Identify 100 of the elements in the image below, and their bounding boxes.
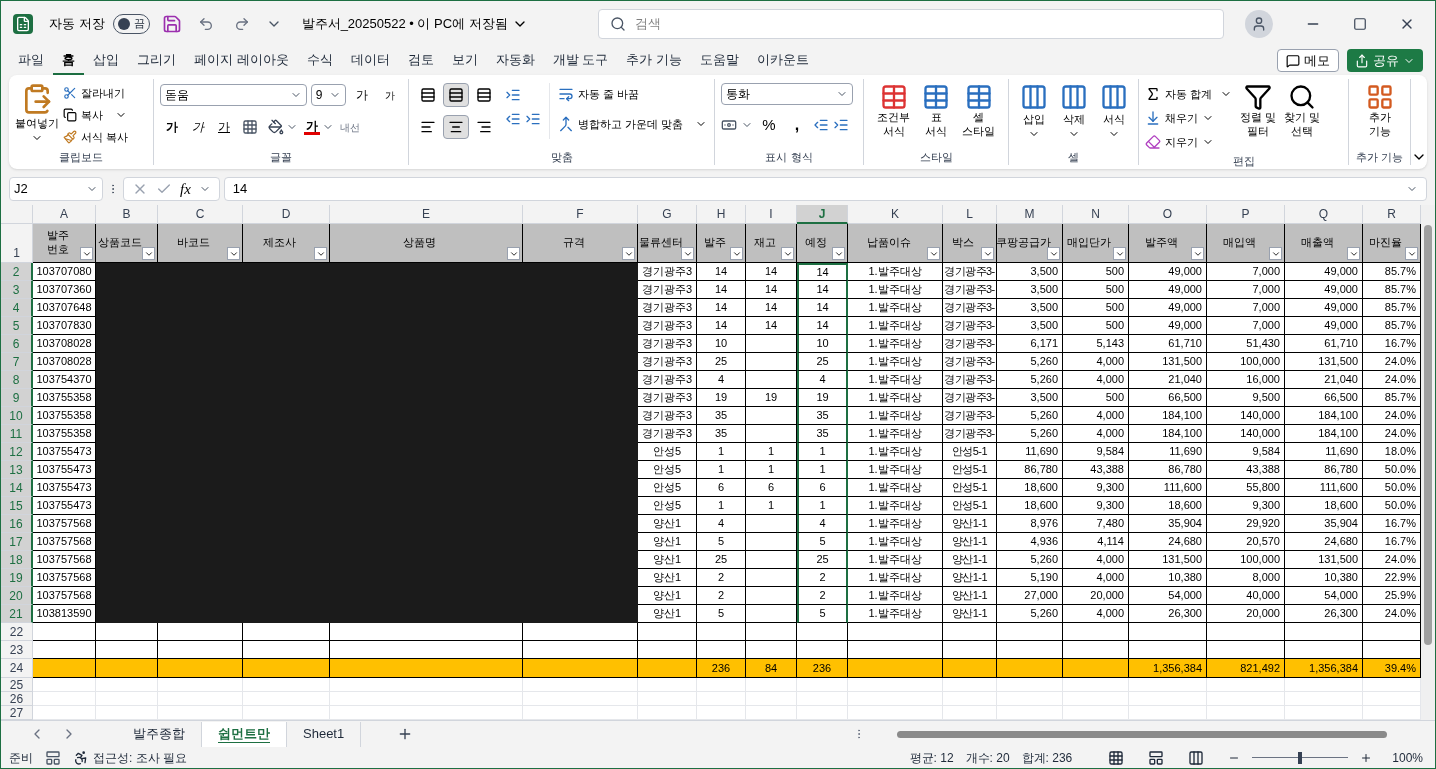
row-header[interactable]: 12 bbox=[1, 443, 33, 461]
menu-tab[interactable]: 수식 bbox=[297, 46, 342, 75]
style-button[interactable]: 조건부 서식 bbox=[877, 83, 910, 139]
row-header[interactable]: 1 bbox=[1, 224, 33, 263]
filter-dropdown-button[interactable] bbox=[1405, 247, 1418, 260]
row-header[interactable]: 10 bbox=[1, 407, 33, 425]
filter-dropdown-button[interactable] bbox=[927, 247, 940, 260]
row-header[interactable]: 24 bbox=[1, 659, 33, 678]
phonetic-button[interactable]: 내선 bbox=[340, 119, 360, 135]
bold-button[interactable]: 가 bbox=[160, 115, 184, 139]
page-break-icon[interactable] bbox=[1188, 749, 1205, 766]
font-size-field[interactable]: 9 bbox=[310, 84, 346, 106]
vertical-align-button[interactable] bbox=[443, 83, 469, 107]
paste-button[interactable]: 붙여넣기 bbox=[15, 83, 59, 147]
filter-dropdown-button[interactable] bbox=[730, 247, 743, 260]
find-select-button[interactable]: 찾기 및 선택 bbox=[1284, 83, 1321, 153]
comma-button[interactable]: , bbox=[785, 113, 809, 137]
zoom-slider-thumb[interactable] bbox=[1298, 751, 1303, 764]
wrap-text-button[interactable]: 자동 줄 바꿈 bbox=[558, 83, 708, 105]
filter-dropdown-button[interactable] bbox=[507, 247, 520, 260]
filter-dropdown-button[interactable] bbox=[1047, 247, 1060, 260]
row-header[interactable]: 2 bbox=[1, 263, 33, 281]
italic-button[interactable]: 가 bbox=[186, 115, 210, 139]
filter-dropdown-button[interactable] bbox=[142, 247, 155, 260]
font-color-button[interactable]: 가 bbox=[304, 119, 320, 135]
orientation-icon[interactable] bbox=[505, 87, 521, 103]
zoom-in-icon[interactable] bbox=[1360, 751, 1373, 764]
row-header[interactable]: 21 bbox=[1, 605, 33, 623]
filter-dropdown-button[interactable] bbox=[622, 247, 635, 260]
row-header[interactable]: 16 bbox=[1, 515, 33, 533]
formula-field[interactable]: 14 bbox=[223, 177, 1427, 201]
addins-button[interactable]: 추가 기능 bbox=[1355, 83, 1404, 139]
cells-button[interactable]: 삭제 bbox=[1059, 83, 1088, 140]
comments-button[interactable]: 메모 bbox=[1277, 49, 1339, 72]
number-format-field[interactable]: 통화 bbox=[721, 83, 853, 105]
redo-icon[interactable] bbox=[233, 15, 250, 32]
grow-font-button[interactable]: 가 bbox=[350, 83, 374, 107]
filter-dropdown-button[interactable] bbox=[314, 247, 327, 260]
sheet-tab[interactable]: 쉽먼트만 bbox=[202, 721, 287, 747]
filter-dropdown-button[interactable] bbox=[80, 247, 93, 260]
maximize-icon[interactable] bbox=[1353, 16, 1367, 31]
save-icon[interactable] bbox=[161, 13, 182, 34]
share-button[interactable]: 공유 bbox=[1347, 49, 1423, 72]
filter-dropdown-button[interactable] bbox=[781, 247, 794, 260]
filter-dropdown-button[interactable] bbox=[681, 247, 694, 260]
horizontal-align-button[interactable] bbox=[443, 115, 469, 139]
fill-color-icon[interactable] bbox=[268, 119, 284, 135]
accessibility-button[interactable]: 접근성: 조사 필요 bbox=[73, 748, 187, 767]
row-header[interactable]: 8 bbox=[1, 371, 33, 389]
increase-indent-icon[interactable] bbox=[525, 111, 541, 127]
filter-dropdown-button[interactable] bbox=[981, 247, 994, 260]
row-header[interactable]: 14 bbox=[1, 479, 33, 497]
style-button[interactable]: 셀 스타일 bbox=[962, 83, 995, 139]
decrease-indent-icon[interactable] bbox=[505, 111, 521, 127]
row-header[interactable]: 25 bbox=[1, 678, 33, 692]
menu-tab[interactable]: 이카운트 bbox=[747, 46, 818, 75]
zoom-level-text[interactable]: 100% bbox=[1392, 748, 1423, 767]
cut-button[interactable]: 잘라내기 bbox=[63, 83, 129, 103]
filter-dropdown-button[interactable] bbox=[1191, 247, 1204, 260]
search-field[interactable]: 검색 bbox=[597, 8, 1224, 39]
row-header[interactable]: 20 bbox=[1, 587, 33, 605]
menu-tab[interactable]: 도움말 bbox=[690, 46, 748, 75]
percent-button[interactable]: % bbox=[757, 113, 781, 137]
filter-dropdown-button[interactable] bbox=[832, 247, 845, 260]
zoom-slider[interactable] bbox=[1252, 751, 1349, 764]
copy-button[interactable]: 복사 bbox=[63, 105, 129, 125]
menu-tab[interactable]: 검토 bbox=[398, 46, 443, 75]
menu-tab[interactable]: 페이지 레이아웃 bbox=[185, 46, 298, 75]
name-box[interactable]: J2 bbox=[9, 177, 103, 201]
merge-center-button[interactable]: 병합하고 가운데 맞춤 bbox=[558, 113, 708, 135]
row-header[interactable]: 23 bbox=[1, 641, 33, 659]
fill-button[interactable]: 채우기 bbox=[1145, 107, 1233, 129]
normal-view-icon[interactable] bbox=[1108, 749, 1125, 766]
page-layout-icon[interactable] bbox=[1148, 749, 1165, 766]
sheet-tab[interactable]: Sheet1 bbox=[287, 721, 362, 747]
row-header[interactable]: 6 bbox=[1, 335, 33, 353]
row-header[interactable]: 17 bbox=[1, 533, 33, 551]
sort-filter-button[interactable]: 정렬 및 필터 bbox=[1240, 83, 1277, 153]
menu-tab[interactable]: 파일 bbox=[9, 46, 53, 75]
row-header[interactable]: 11 bbox=[1, 425, 33, 443]
autosum-button[interactable]: 자동 합계 bbox=[1145, 83, 1233, 105]
row-header[interactable]: 3 bbox=[1, 281, 33, 299]
cells-button[interactable]: 서식 bbox=[1099, 83, 1128, 140]
column-header[interactable]: J bbox=[797, 205, 848, 224]
undo-icon[interactable] bbox=[197, 15, 214, 32]
cells-button[interactable]: 삽입 bbox=[1019, 83, 1048, 140]
macro-recorder-icon[interactable] bbox=[45, 749, 61, 766]
menu-tab[interactable]: 자동화 bbox=[486, 46, 544, 75]
currency-icon[interactable] bbox=[721, 117, 737, 133]
menu-tab[interactable]: 보기 bbox=[442, 46, 487, 75]
filter-dropdown-button[interactable] bbox=[1269, 247, 1282, 260]
insert-function-button[interactable]: fx bbox=[180, 177, 191, 201]
menu-tab[interactable]: 추가 기능 bbox=[617, 46, 691, 75]
menu-tab[interactable]: 데이터 bbox=[341, 46, 399, 75]
vertical-scrollbar[interactable] bbox=[1421, 205, 1435, 720]
menu-tab[interactable]: 개발 도구 bbox=[543, 46, 618, 75]
filter-dropdown-button[interactable] bbox=[227, 247, 240, 260]
row-header[interactable]: 18 bbox=[1, 551, 33, 569]
menu-tab[interactable]: 그리기 bbox=[128, 46, 185, 75]
underline-button[interactable]: 가 bbox=[212, 115, 236, 139]
